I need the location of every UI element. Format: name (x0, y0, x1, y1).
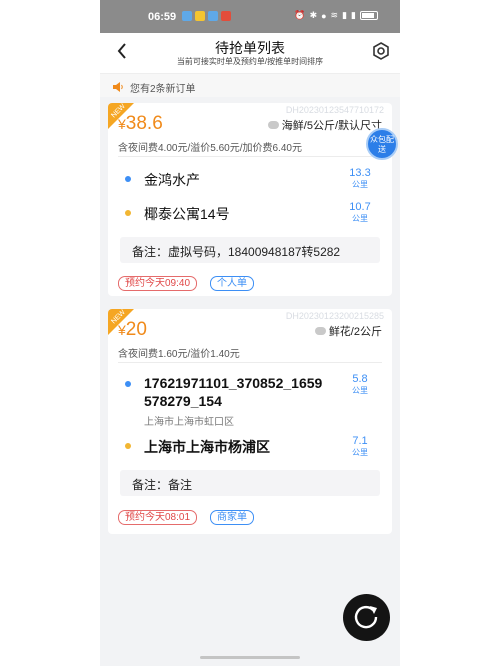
order-type-tag: 个人单 (210, 276, 254, 291)
app-notification-icon (208, 11, 218, 21)
divider (118, 156, 382, 157)
order-remark: 备注：虚拟号码，18400948187转5282 (120, 237, 380, 263)
system-icons: ⏰ ✱ ● ≋ ▮ ▮ (294, 10, 378, 21)
order-card[interactable]: NEW DH20230123547710172 ¥38.6 海鲜/5公斤/默认尺… (108, 103, 392, 296)
page-subtitle: 当前可接实时单及预约单/按推单时间排序 (176, 57, 324, 66)
phone-screen: 06:59 ⏰ ✱ ● ≋ ▮ ▮ 待抢单列表 当前可接实时单及预约单/按推单时… (100, 0, 400, 666)
dropoff-name: 上海市上海市杨浦区 (144, 439, 270, 455)
refresh-icon (354, 605, 378, 629)
speaker-icon (112, 80, 124, 92)
pickup-dot-icon (125, 381, 131, 387)
notification-icons (182, 11, 231, 21)
order-number: DH20230123200215285 (285, 311, 384, 321)
app-notification-icon (182, 11, 192, 21)
wifi-icon: ≋ (330, 10, 339, 20)
page-header: 待抢单列表 当前可接实时单及预约单/按推单时间排序 (100, 33, 400, 73)
order-remark: 备注：备注 (120, 470, 380, 496)
order-price: ¥38.6 (118, 113, 163, 134)
dropoff-name: 椰泰公寓14号 (144, 206, 230, 222)
crowdsource-delivery-badge: 众包配送 (366, 128, 398, 160)
pickup-name-line2: 578279_154 (144, 393, 222, 409)
location-icon: ● (321, 10, 327, 21)
refresh-button[interactable] (343, 594, 390, 641)
new-order-notice[interactable]: 您有2条新订单 (100, 73, 400, 97)
divider (118, 362, 382, 363)
home-indicator[interactable] (200, 656, 300, 659)
order-card[interactable]: NEW DH20230123200215285 ¥20 鲜花/2公斤 含夜间费1… (108, 309, 392, 534)
battery-icon (360, 11, 378, 20)
goods-info: 海鲜/5公斤/默认尺寸 (267, 117, 382, 133)
pickup-name-line1: 17621971101_370852_1659 (144, 375, 323, 391)
dropoff-distance: 10.7 公里 (349, 201, 371, 223)
order-type-tag: 商家单 (210, 510, 254, 525)
dropoff-distance: 7.1 公里 (352, 435, 368, 457)
status-time: 06:59 (148, 11, 177, 23)
reservation-time-tag: 预约今天09:40 (118, 276, 198, 291)
status-bar: 06:59 ⏰ ✱ ● ≋ ▮ ▮ (100, 0, 400, 33)
pickup-distance: 5.8 公里 (352, 373, 368, 395)
fee-details: 含夜间费4.00元/溢价5.60元/加价费6.40元 (118, 143, 302, 154)
page-title: 待抢单列表 (215, 40, 285, 56)
goods-icon (267, 121, 279, 129)
order-price: ¥20 (118, 319, 147, 340)
notice-text: 您有2条新订单 (130, 84, 196, 95)
dropoff-dot-icon (125, 210, 131, 216)
fee-details: 含夜间费1.60元/溢价1.40元 (118, 349, 240, 360)
order-number: DH20230123547710172 (285, 105, 384, 115)
pickup-dot-icon (125, 176, 131, 182)
goods-info: 鲜花/2公斤 (314, 323, 382, 339)
signal-icon-2: ▮ (351, 10, 356, 20)
pickup-distance: 13.3 公里 (349, 167, 371, 189)
pickup-district: 上海市上海市虹口区 (144, 417, 234, 428)
reservation-time-tag: 预约今天08:01 (118, 510, 198, 525)
pickup-name: 金鸿水产 (144, 172, 200, 188)
app-notification-icon (221, 11, 231, 21)
settings-gear-icon[interactable] (372, 42, 390, 60)
app-notification-icon (195, 11, 205, 21)
bluetooth-icon: ✱ (309, 10, 318, 20)
goods-icon (314, 327, 326, 335)
dropoff-dot-icon (125, 443, 131, 449)
signal-icon: ▮ (342, 10, 348, 20)
alarm-icon: ⏰ (294, 10, 306, 20)
